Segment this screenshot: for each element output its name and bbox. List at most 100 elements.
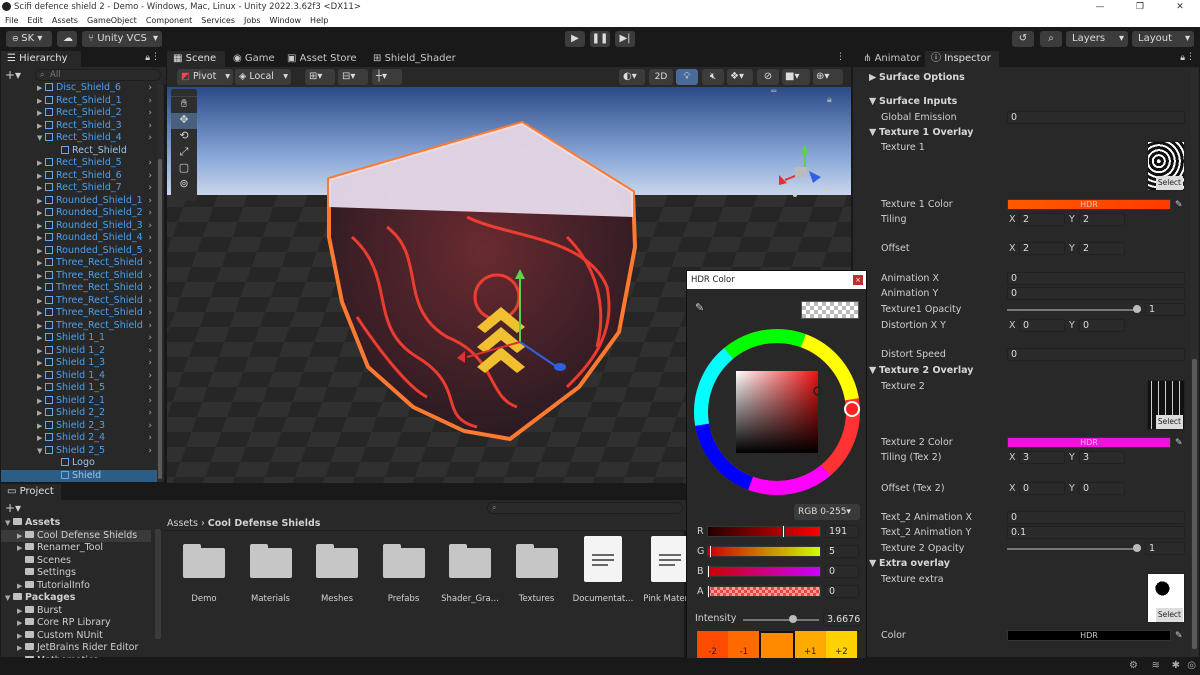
hand-tool-button[interactable]: ✋︎ [171, 97, 197, 113]
chevron-right-icon[interactable]: › [148, 445, 152, 458]
hierarchy-search-input[interactable]: ⌕ All [35, 69, 161, 81]
scrollbar-thumb[interactable] [158, 159, 162, 479]
menu-item-edit[interactable]: Edit [27, 14, 43, 27]
folder-tree-item[interactable]: Scenes [1, 555, 151, 568]
transform-tool-button[interactable]: ⊚ [171, 177, 197, 193]
x-field[interactable]: 3 [1019, 451, 1065, 464]
hierarchy-item[interactable]: ▶ Rounded_Shield_3 › [1, 220, 158, 233]
tab-shield-shader[interactable]: ⊞ Shield_Shader [367, 51, 467, 67]
expand-arrow-icon[interactable]: ▼ [37, 132, 45, 145]
property-field[interactable]: 0 [1007, 511, 1185, 524]
expand-arrow-icon[interactable]: ▶ [37, 370, 45, 383]
expand-arrow-icon[interactable]: ▶ [37, 407, 45, 420]
asset-item[interactable]: Documentat... [570, 536, 636, 606]
slider-track[interactable] [1007, 309, 1141, 311]
step-button[interactable]: ▶| [615, 31, 635, 47]
hierarchy-item[interactable]: ▶ Shield 2_3 › [1, 420, 158, 433]
chevron-right-icon[interactable]: › [148, 345, 152, 358]
move-tool-button[interactable]: ✥ [171, 113, 197, 129]
chevron-right-icon[interactable]: › [148, 220, 152, 233]
chevron-right-icon[interactable]: › [148, 82, 152, 95]
chevron-right-icon[interactable]: › [148, 132, 152, 145]
expand-arrow-icon[interactable]: ▶ [37, 270, 45, 283]
eyedropper-icon[interactable]: ✎ [1175, 629, 1183, 643]
hierarchy-item[interactable]: ▶ Shield 2_1 › [1, 395, 158, 408]
expand-arrow-icon[interactable]: ▶ [17, 580, 25, 593]
audio-toggle[interactable]: 🔇︎ [702, 69, 724, 85]
expand-arrow-icon[interactable]: ▶ [17, 617, 25, 630]
y-field[interactable]: 2 [1079, 242, 1125, 255]
folder-tree-item[interactable]: ▶ JetBrains Rider Editor [1, 642, 151, 655]
project-search-input[interactable]: ⌕ [487, 502, 683, 514]
expand-arrow-icon[interactable]: ▶ [17, 642, 25, 655]
menu-item-window[interactable]: Window [270, 14, 302, 27]
hierarchy-item[interactable]: ▶ Rounded_Shield_5 › [1, 245, 158, 258]
hierarchy-item[interactable]: Rect_Shield [1, 145, 158, 158]
hierarchy-item[interactable]: ▶ Rect_Shield_2 › [1, 107, 158, 120]
gizmos-dropdown[interactable]: ⊕▾ [813, 69, 843, 85]
increment-snap-dropdown[interactable]: ⊟▾ [338, 69, 368, 85]
chevron-right-icon[interactable]: › [148, 270, 152, 283]
hierarchy-item[interactable]: ▼ Shield 2_5 › [1, 445, 158, 458]
menu-item-jobs[interactable]: Jobs [244, 14, 261, 27]
chevron-right-icon[interactable]: › [148, 407, 152, 420]
hierarchy-item[interactable]: ▶ Disc_Shield_6 › [1, 82, 158, 95]
asset-item[interactable]: Demo [171, 536, 237, 606]
close-icon[interactable]: × [853, 275, 863, 285]
hierarchy-item[interactable]: ▶ Rect_Shield_1 › [1, 95, 158, 108]
folder-tree-item[interactable]: ▼ Assets [1, 517, 151, 530]
color-swatch-field[interactable]: HDR [1007, 199, 1171, 210]
pivot-dropdown[interactable]: ◩ Pivot ▾ [177, 69, 233, 85]
bug-icon[interactable]: ✱ [1172, 660, 1180, 671]
vcs-dropdown[interactable]: ⑂ Unity VCS ▾ [82, 31, 162, 47]
color-swatch-field[interactable]: HDR [1007, 437, 1171, 448]
hidden-objects-toggle[interactable]: ⊘ [757, 69, 779, 85]
expand-arrow-icon[interactable]: ▶ [37, 95, 45, 108]
tab-game[interactable]: ◉ Game [227, 51, 279, 67]
hierarchy-item[interactable]: ▶ Rect_Shield_7 › [1, 182, 158, 195]
asset-item[interactable]: Meshes [304, 536, 370, 606]
2d-toggle[interactable]: 2D [649, 69, 673, 85]
chevron-right-icon[interactable]: › [148, 307, 152, 320]
expand-arrow-icon[interactable]: ▶ [37, 432, 45, 445]
search-button[interactable]: ⌕ [1040, 31, 1062, 47]
chevron-right-icon[interactable]: › [148, 170, 152, 183]
channel-value-field[interactable]: 0 [825, 565, 859, 578]
chevron-right-icon[interactable]: › [148, 120, 152, 133]
expand-arrow-icon[interactable]: ▼ [37, 445, 45, 458]
pause-button[interactable]: ❚❚ [590, 31, 610, 47]
menu-item-services[interactable]: Services [201, 14, 235, 27]
maximize-button[interactable]: ❐ [1120, 0, 1160, 14]
expand-arrow-icon[interactable]: ▶ [37, 182, 45, 195]
expand-arrow-icon[interactable]: ▶ [37, 232, 45, 245]
expand-arrow-icon[interactable]: ▶ [37, 382, 45, 395]
eyedropper-icon[interactable]: ✎ [1175, 198, 1183, 212]
chevron-right-icon[interactable]: › [148, 332, 152, 345]
expand-arrow-icon[interactable]: ▶ [37, 120, 45, 133]
kebab-menu-icon[interactable]: ⋮ [151, 52, 160, 62]
hierarchy-item[interactable]: ▶ Three_Rect_Shield › [1, 320, 158, 333]
expand-arrow-icon[interactable]: ▶ [37, 207, 45, 220]
intensity-track[interactable] [743, 619, 819, 621]
debug-icon[interactable]: ⚙ [1129, 660, 1138, 671]
chevron-right-icon[interactable]: › [148, 257, 152, 270]
chevron-right-icon[interactable]: › [148, 370, 152, 383]
tab-project[interactable]: ▭ Project [1, 484, 61, 500]
texture-thumbnail[interactable]: Select [1147, 141, 1185, 191]
hierarchy-item[interactable]: ▶ Shield 2_2 › [1, 407, 158, 420]
chevron-right-icon[interactable]: › [148, 195, 152, 208]
tab-scene[interactable]: ▦ Scene [167, 51, 225, 67]
expand-arrow-icon[interactable]: ▶ [37, 82, 45, 95]
play-button[interactable]: ▶ [565, 31, 585, 47]
hierarchy-item[interactable]: ▶ Rounded_Shield_4 › [1, 232, 158, 245]
breadcrumb-current[interactable]: Cool Defense Shields [208, 518, 321, 529]
lock-icon[interactable]: 🔒︎ [145, 53, 150, 63]
breadcrumb-assets[interactable]: Assets [167, 518, 198, 529]
hierarchy-item[interactable]: ▶ Three_Rect_Shield › [1, 295, 158, 308]
rect-tool-button[interactable]: ▢ [171, 161, 197, 177]
section-header[interactable]: Surface Options [879, 71, 965, 85]
section-header[interactable]: Texture 1 Overlay [879, 126, 973, 140]
add-icon[interactable]: +▾ [5, 501, 21, 515]
menu-item-help[interactable]: Help [310, 14, 328, 27]
menu-item-gameobject[interactable]: GameObject [87, 14, 137, 27]
